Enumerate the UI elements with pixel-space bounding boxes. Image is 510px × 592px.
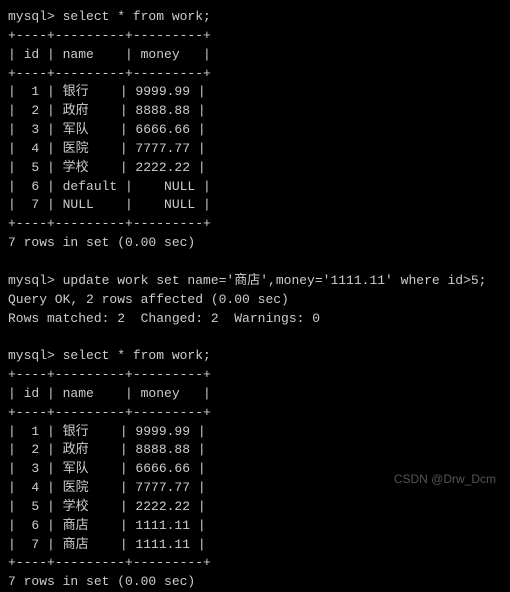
prompt-line-1[interactable]: mysql> select * from work; [8,8,502,27]
table-row: | 2 | 政府 | 8888.88 | [8,441,502,460]
prompt-prefix: mysql> [8,9,63,24]
prompt-line-3[interactable]: mysql> select * from work; [8,347,502,366]
table-border: +----+---------+---------+ [8,366,502,385]
watermark: CSDN @Drw_Dcm [394,471,496,488]
table-row: | 2 | 政府 | 8888.88 | [8,102,502,121]
table-row: | 1 | 银行 | 9999.99 | [8,83,502,102]
blank-line [8,253,502,272]
table-border: +----+---------+---------+ [8,27,502,46]
table-row: | 1 | 银行 | 9999.99 | [8,423,502,442]
sql-query-2: update work set name='商店',money='1111.11… [63,273,487,288]
blank-line [8,328,502,347]
prompt-line-2[interactable]: mysql> update work set name='商店',money='… [8,272,502,291]
table-border: +----+---------+---------+ [8,404,502,423]
table-row: | 6 | default | NULL | [8,178,502,197]
result-summary: 7 rows in set (0.00 sec) [8,573,502,592]
terminal-output: mysql> select * from work; +----+-------… [8,8,502,592]
table-row: | 7 | NULL | NULL | [8,196,502,215]
table-row: | 7 | 商店 | 1111.11 | [8,536,502,555]
prompt-prefix: mysql> [8,273,63,288]
update-result-1: Query OK, 2 rows affected (0.00 sec) [8,291,502,310]
table-row: | 3 | 军队 | 6666.66 | [8,121,502,140]
result-summary: 7 rows in set (0.00 sec) [8,234,502,253]
sql-query-3: select * from work; [63,348,211,363]
table-row: | 4 | 医院 | 7777.77 | [8,140,502,159]
prompt-prefix: mysql> [8,348,63,363]
table-header: | id | name | money | [8,46,502,65]
update-result-2: Rows matched: 2 Changed: 2 Warnings: 0 [8,310,502,329]
sql-query-1: select * from work; [63,9,211,24]
table-border: +----+---------+---------+ [8,554,502,573]
table-row: | 6 | 商店 | 1111.11 | [8,517,502,536]
table-row: | 5 | 学校 | 2222.22 | [8,159,502,178]
table-row: | 5 | 学校 | 2222.22 | [8,498,502,517]
table-border: +----+---------+---------+ [8,65,502,84]
table-header: | id | name | money | [8,385,502,404]
table-border: +----+---------+---------+ [8,215,502,234]
